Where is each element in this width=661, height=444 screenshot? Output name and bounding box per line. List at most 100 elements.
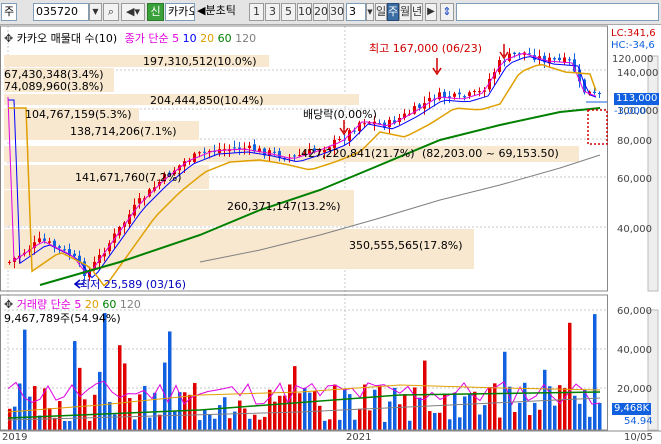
candle-body xyxy=(63,249,66,251)
volume-bar xyxy=(173,410,177,430)
chart-window: 주 035720 ▼ ⌕ ◀▾ 신 카카오 ◀분초틱 1 3 5 10 20 3… xyxy=(0,0,661,444)
volume-bar xyxy=(123,363,127,430)
volume-bar xyxy=(428,411,432,430)
vma-5: 5 xyxy=(74,298,82,311)
volume-bar xyxy=(228,418,232,430)
time-axis-label: 10/05 xyxy=(624,432,653,443)
candle-body xyxy=(473,91,476,93)
candle-body xyxy=(528,53,531,55)
volume-bar xyxy=(443,393,447,430)
volume-bar xyxy=(463,396,467,430)
volume-bar xyxy=(78,367,82,430)
candle-body xyxy=(418,104,421,108)
time-axis-label: 2021 xyxy=(346,432,372,443)
profile-label: 141,671,760(7.2%) xyxy=(75,171,182,184)
hc-label: HC:-34,6 xyxy=(611,40,655,51)
volume-bar xyxy=(203,409,207,430)
candle-body xyxy=(278,151,281,158)
profile-label: 260,371,147(13.2%) xyxy=(227,200,341,213)
current-price-tag: 113,000 xyxy=(614,93,660,105)
candle-body xyxy=(568,59,571,61)
ma-10: 10 xyxy=(182,32,197,45)
volume-bar xyxy=(198,420,202,430)
candle-body xyxy=(43,238,46,241)
volume-bar xyxy=(263,416,267,430)
volume-bar xyxy=(458,417,462,430)
vma-20: 20 xyxy=(84,298,99,311)
volume-bar xyxy=(103,313,107,430)
volume-bar xyxy=(448,419,452,430)
volume-axis-label: 60,000 xyxy=(617,306,652,317)
high-annotation: 최고 167,000 (06/23) xyxy=(369,42,483,55)
volume-bar xyxy=(318,405,322,430)
volume-bar xyxy=(288,384,292,430)
volume-bar xyxy=(163,362,167,430)
volume-bar xyxy=(38,415,42,430)
volume-pct-label: 54.94 xyxy=(624,416,653,427)
volume-bar xyxy=(88,420,92,430)
candle-body xyxy=(468,92,471,96)
volume-bar xyxy=(353,419,357,430)
volume-bar xyxy=(358,408,362,430)
volume-bar xyxy=(528,415,532,430)
volume-bar xyxy=(258,419,262,430)
ma-60: 60 xyxy=(217,32,232,45)
volume-bar xyxy=(368,410,372,430)
volume-bar xyxy=(108,402,112,430)
volume-bar xyxy=(418,397,422,430)
volume-bar xyxy=(303,387,307,430)
candle-body xyxy=(598,92,601,95)
volume-bar xyxy=(553,405,557,430)
candle-body xyxy=(138,198,141,204)
profile-range: (82,203.00 ~ 69,153.50) xyxy=(422,147,559,160)
candle-body xyxy=(453,93,456,97)
volume-bar xyxy=(158,414,162,430)
volume-bar xyxy=(208,414,212,430)
price-legend: ✥ 카카오 매물대 수(10) 종가 단순 5 10 20 60 120 xyxy=(4,32,256,45)
volume-bar xyxy=(498,417,502,430)
volume-bar xyxy=(338,419,342,430)
volume-bar xyxy=(493,383,497,430)
candle-body xyxy=(428,97,431,102)
current-volume-tag: 9,468K xyxy=(612,403,652,415)
volume-bar xyxy=(523,382,527,430)
candle-body xyxy=(273,151,276,153)
profile-label: 350,555,565(17.8%) xyxy=(349,239,463,252)
volume-bar xyxy=(393,387,397,430)
candle-body xyxy=(508,53,511,61)
ma-20: 20 xyxy=(200,32,215,45)
volume-bar xyxy=(248,418,252,430)
volume-bar xyxy=(333,384,337,430)
volume-bar xyxy=(238,400,242,430)
candle-body xyxy=(8,261,11,263)
volume-bar xyxy=(573,395,577,430)
price-axis-label: 140,000 xyxy=(617,68,659,79)
candle-body xyxy=(38,238,41,242)
volume-bar xyxy=(343,388,347,430)
volume-bar xyxy=(388,401,392,430)
volume-bar xyxy=(213,418,217,430)
volume-bar xyxy=(513,411,517,430)
volume-bar xyxy=(538,409,542,430)
last-volume: 9,467,789주(54.94%) xyxy=(4,312,121,325)
legend-title: 카카오 매물대 수(10) xyxy=(16,32,118,45)
ma-120: 120 xyxy=(235,32,257,45)
volume-bar xyxy=(33,386,37,430)
candle-body xyxy=(478,91,481,93)
candle-body xyxy=(363,123,366,125)
minus-label: -3,000 xyxy=(614,106,647,117)
candle-body xyxy=(558,57,561,61)
candle-body xyxy=(463,96,466,98)
volume-bar xyxy=(148,417,152,430)
volume-bar xyxy=(593,314,597,430)
candle-body xyxy=(553,58,556,60)
volume-bar xyxy=(438,412,442,430)
volume-bar xyxy=(568,322,572,430)
profile-label: 427,220,841(21.7%) xyxy=(301,147,415,160)
volume-bar xyxy=(578,403,582,430)
volume-bar xyxy=(23,329,27,430)
candle-body xyxy=(198,152,201,154)
volume-bar xyxy=(293,366,297,430)
volume-bar xyxy=(533,402,537,430)
volume-bar xyxy=(323,420,327,430)
